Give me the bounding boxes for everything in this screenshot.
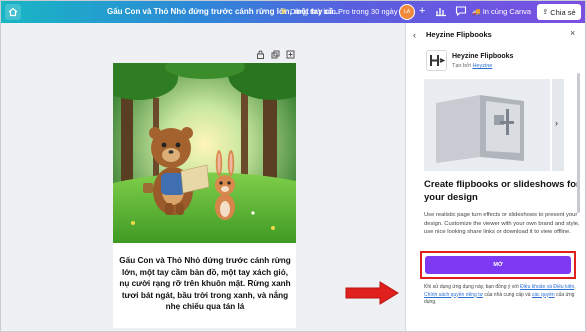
story-caption[interactable]: Gấu Con và Thỏ Nhỏ đứng trước cánh rừng …: [117, 255, 293, 313]
add-page-icon[interactable]: [286, 50, 295, 59]
open-button-highlight: MỞ: [420, 251, 576, 279]
chart-icon[interactable]: [435, 5, 447, 17]
home-icon[interactable]: [5, 4, 21, 20]
app-description: Use realistic page turn effects or slide…: [424, 212, 580, 236]
app-headline: Create flipbooks or slideshows for your …: [424, 179, 580, 203]
permissions-link[interactable]: các quyền: [532, 292, 555, 298]
next-preview-image: [552, 79, 564, 171]
lock-icon[interactable]: [256, 50, 265, 59]
share-button[interactable]: ⇪ Chia sẻ: [537, 4, 581, 20]
page-toolbar: [256, 50, 295, 59]
avatar[interactable]: LA: [399, 4, 415, 20]
design-page[interactable]: Gấu Con và Thỏ Nhỏ đứng trước cánh rừng …: [113, 63, 296, 328]
canva-editor-window: Gấu Con và Thỏ Nhỏ đứng trước cánh rừng …: [0, 0, 586, 332]
chevron-right-icon[interactable]: ›: [555, 118, 558, 128]
panel-title: Heyzine Flipbooks: [426, 30, 492, 39]
terms-text: Khi sử dụng ứng dụng này, bạn đồng ý với…: [424, 284, 576, 305]
duplicate-icon[interactable]: [271, 50, 280, 59]
app-preview-image: [424, 79, 550, 171]
crown-icon: ♛: [280, 7, 288, 16]
open-button[interactable]: MỞ: [425, 256, 571, 274]
share-icon: ⇪: [542, 9, 549, 16]
top-bar: Gấu Con và Thỏ Nhỏ đứng trước cánh rừng …: [1, 1, 585, 23]
heyzine-logo: [426, 50, 447, 71]
app-developer: Tạo bởi Heyzine: [452, 63, 493, 69]
panel-scrollbar[interactable]: [577, 73, 580, 213]
back-icon[interactable]: ‹: [413, 30, 416, 40]
privacy-link[interactable]: Chính sách quyền riêng tư: [424, 292, 483, 298]
design-canvas[interactable]: Gấu Con và Thỏ Nhỏ đứng trước cánh rừng …: [1, 23, 405, 331]
comment-icon[interactable]: [455, 5, 467, 17]
close-icon[interactable]: ×: [570, 28, 575, 38]
terms-link[interactable]: Điều khoản và Điều kiện: [520, 284, 574, 290]
developer-link[interactable]: Heyzine: [472, 63, 492, 69]
red-arrow-annotation: [345, 281, 399, 305]
app-name: Heyzine Flipbooks: [452, 53, 514, 60]
app-side-panel: ‹ Heyzine Flipbooks × Heyzine Flipbooks …: [405, 23, 585, 331]
plus-icon[interactable]: +: [419, 5, 425, 17]
bear-rabbit-illustration[interactable]: [113, 63, 296, 243]
print-with-canva-button[interactable]: 🚚 In cùng Canva: [472, 7, 531, 16]
truck-icon: 🚚: [472, 9, 481, 16]
pro-trial-button[interactable]: Dùng thử bản Pro trong 30 ngày: [290, 7, 398, 16]
